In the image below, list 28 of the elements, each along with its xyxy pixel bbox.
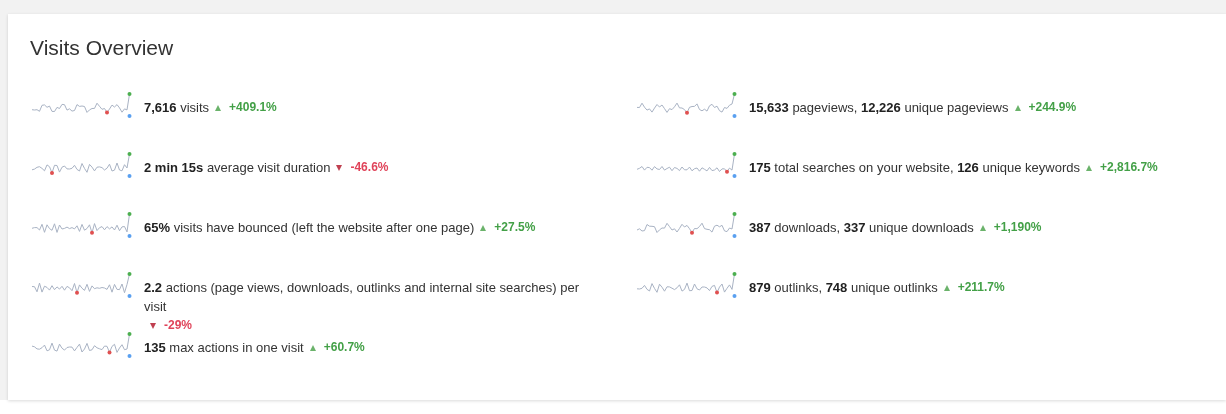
change-percent: +2,816.7% [1100,159,1158,176]
metric-text: 7,616 visits [144,99,210,117]
metric-text: 15,633 pageviews, 12,226 unique pageviews [749,99,1009,117]
trend-down-icon [150,322,156,329]
trend-down-icon [336,164,343,171]
trend-up-icon [1014,104,1021,111]
metric-text: 175 total searches on your website, 126 unique keywords [749,159,1080,177]
metric-text: 135 max actions in one visit [144,339,304,357]
change-percent: -46.6% [350,159,389,176]
metric-text: 65% visits have bounced (left the website after one page) [144,219,475,237]
trend-up-icon [480,224,487,231]
change-percent: +244.9% [1028,99,1077,116]
metric-text: 387 downloads, 337 unique downloads [749,219,974,237]
widget-title: Visits Overview [30,36,175,60]
metric-text: 2 min 15s average visit duration [144,159,331,177]
trend-up-icon [309,344,316,351]
metric-text: 879 outlinks, 748 unique outlinks [749,279,938,297]
change-percent: +60.7% [323,339,365,356]
change-percent: +1,190% [993,219,1042,236]
trend-up-icon [943,284,950,291]
change-percent: -29% [164,317,192,334]
trend-up-icon [1086,164,1092,171]
change-percent: +409.1% [229,99,277,116]
trend-up-icon [215,104,222,111]
change-percent: +27.5% [494,219,536,236]
metric-text: 2.2 actions (page views, downloads, outlinks and internal site searches) per visit [144,279,581,316]
trend-up-icon [979,224,986,231]
change-percent: +211.7% [957,279,1005,296]
